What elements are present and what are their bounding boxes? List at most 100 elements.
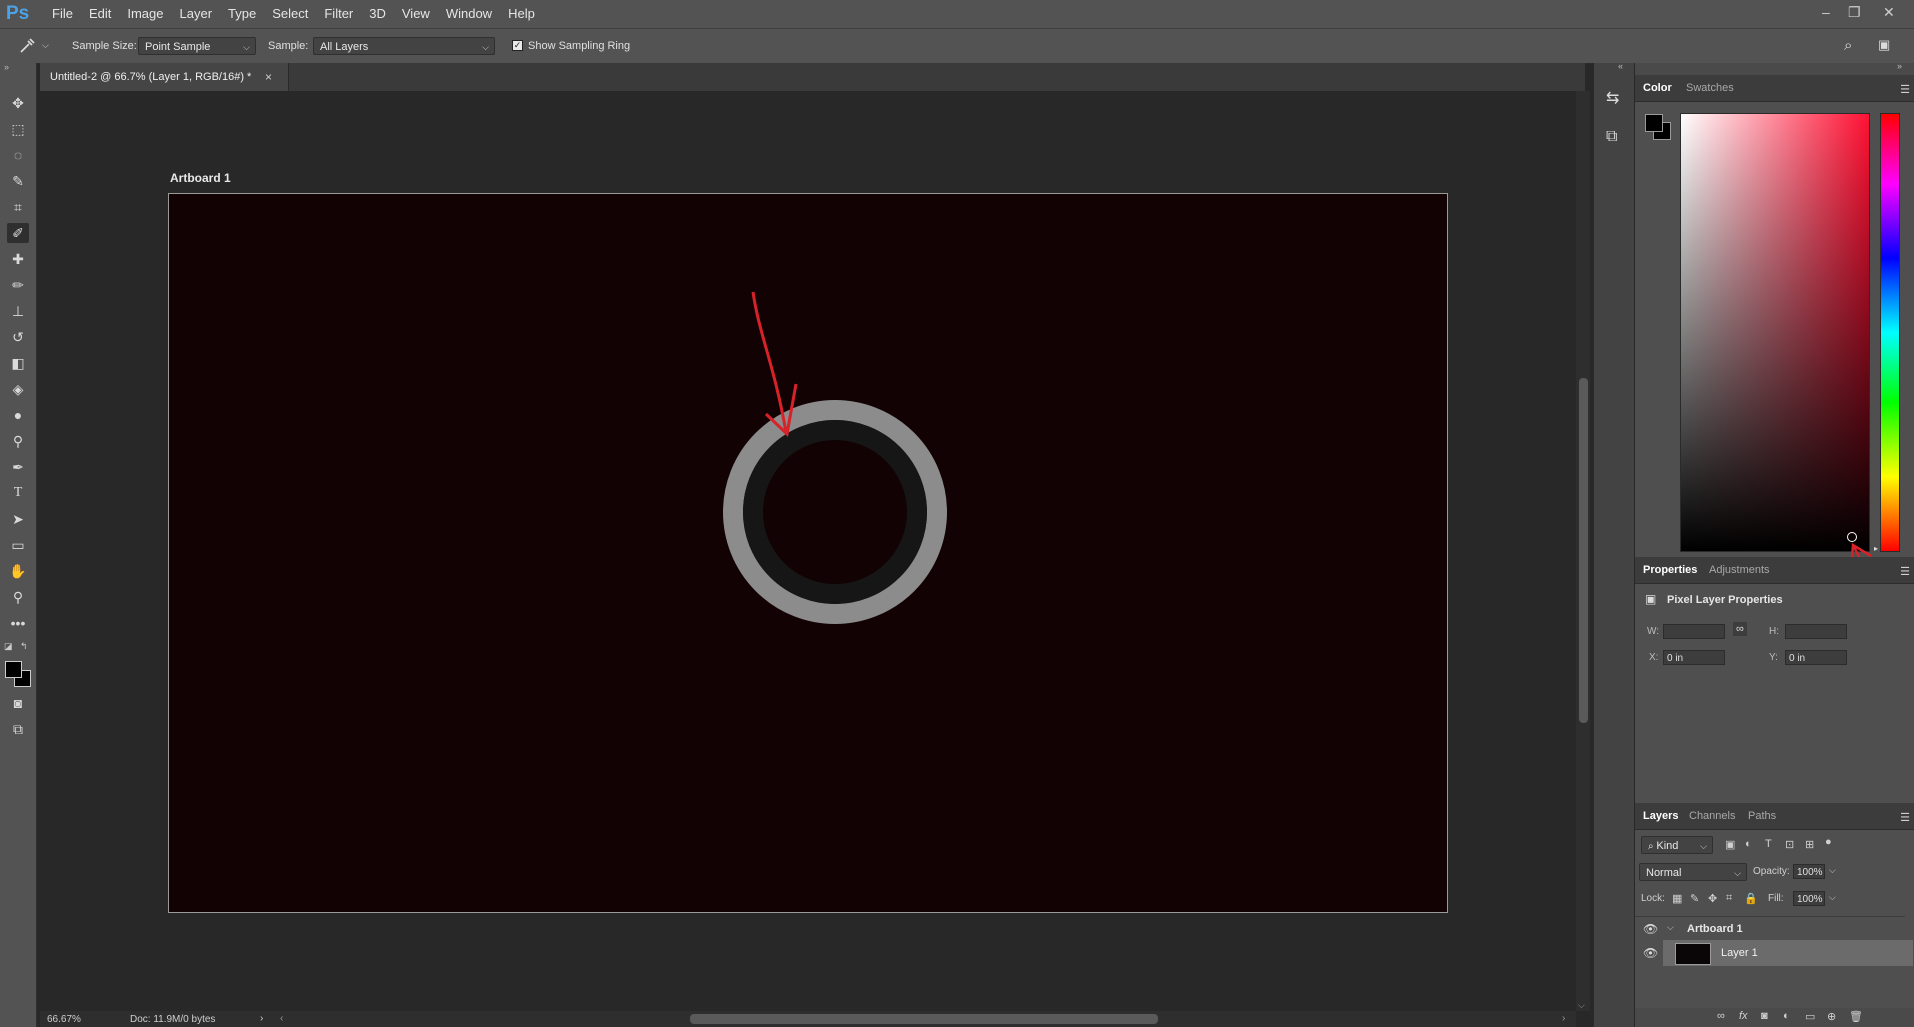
eraser-icon[interactable]: ◧	[7, 353, 29, 373]
opacity-chevron-icon[interactable]: ⌵	[1829, 865, 1836, 876]
scroll-left-icon[interactable]: ‹	[280, 1013, 283, 1024]
collapse-arrows-icon[interactable]: »	[4, 62, 9, 72]
width-field[interactable]	[1663, 624, 1725, 639]
status-menu-arrow-icon[interactable]: ›	[260, 1013, 263, 1024]
visibility-eye-icon[interactable]: 👁	[1643, 922, 1658, 936]
opacity-field[interactable]: 100%	[1793, 864, 1825, 879]
search-icon[interactable]: ⌕	[1844, 37, 1852, 54]
filter-shape-icon[interactable]: ⊡	[1785, 838, 1794, 851]
rectangle-icon[interactable]: ▭	[7, 535, 29, 555]
history-panel-icon[interactable]: ⇆	[1606, 88, 1619, 108]
horizontal-scroll-thumb[interactable]	[690, 1014, 1158, 1024]
link-icon[interactable]: ∞	[1733, 622, 1747, 636]
hand-icon[interactable]: ✋	[7, 561, 29, 581]
sample-select[interactable]: All Layers ⌵	[313, 37, 495, 55]
tab-layers[interactable]: Layers	[1643, 810, 1678, 822]
minimize-button[interactable]: –	[1822, 4, 1830, 20]
zoom-icon[interactable]: ⚲	[7, 587, 29, 607]
filter-type-icon[interactable]: T	[1765, 838, 1772, 850]
lock-position-icon[interactable]: ✥	[1708, 892, 1717, 905]
menu-3d[interactable]: 3D	[361, 6, 394, 22]
menu-type[interactable]: Type	[220, 6, 264, 22]
tab-channels[interactable]: Channels	[1689, 810, 1735, 822]
document-tab[interactable]: Untitled-2 @ 66.7% (Layer 1, RGB/16#) * …	[40, 63, 289, 91]
restore-button[interactable]: ❐	[1848, 4, 1861, 21]
filter-smart-object-icon[interactable]: ⊞	[1805, 838, 1814, 851]
lasso-icon[interactable]: ◌	[7, 145, 29, 165]
filter-adjustment-icon[interactable]: ◐	[1745, 838, 1752, 850]
hue-slider[interactable]	[1880, 113, 1900, 552]
add-mask-icon[interactable]: ◙	[1761, 1010, 1768, 1022]
type-icon[interactable]: T	[7, 483, 29, 503]
quick-mask-icon[interactable]: ◙	[7, 693, 29, 713]
libraries-panel-icon[interactable]: ⧉	[1606, 128, 1617, 146]
move-icon[interactable]: ✥	[7, 93, 29, 113]
delete-layer-icon[interactable]: 🗑	[1849, 1010, 1863, 1023]
scroll-down-icon[interactable]: ⌵	[1578, 1000, 1585, 1011]
paint-bucket-icon[interactable]: ◈	[7, 379, 29, 399]
adjustment-layer-icon[interactable]: ◐	[1783, 1010, 1790, 1022]
lock-pixels-icon[interactable]: ✎	[1690, 892, 1699, 905]
tab-adjustments[interactable]: Adjustments	[1709, 564, 1770, 576]
height-field[interactable]	[1785, 624, 1847, 639]
fill-field[interactable]: 100%	[1793, 891, 1825, 906]
vertical-scroll-thumb[interactable]	[1579, 378, 1588, 723]
layer-style-icon[interactable]: fx	[1739, 1010, 1748, 1022]
new-group-icon[interactable]: ▭	[1805, 1010, 1815, 1023]
link-layers-icon[interactable]: ∞	[1717, 1010, 1725, 1022]
artboard-canvas[interactable]	[168, 193, 1448, 913]
y-field[interactable]: 0 in	[1785, 650, 1847, 665]
sample-size-select[interactable]: Point Sample ⌵	[138, 37, 256, 55]
crop-icon[interactable]: ⌗	[7, 197, 29, 217]
menu-file[interactable]: File	[44, 6, 81, 22]
more-icon[interactable]: •••	[7, 613, 29, 633]
layer-row-layer-1[interactable]: Layer 1	[1663, 940, 1913, 966]
workspace-icon[interactable]: ▣	[1878, 37, 1890, 53]
menu-image[interactable]: Image	[119, 6, 171, 22]
foreground-color-swatch[interactable]	[5, 661, 22, 678]
filter-toggle-icon[interactable]: ●	[1825, 836, 1832, 848]
zoom-level[interactable]: 66.67%	[47, 1014, 81, 1025]
menu-view[interactable]: View	[394, 6, 438, 22]
lock-artboard-icon[interactable]: ⌗	[1726, 892, 1732, 905]
menu-select[interactable]: Select	[264, 6, 316, 22]
panel-menu-icon[interactable]: ☰	[1900, 811, 1910, 824]
tab-paths[interactable]: Paths	[1748, 810, 1776, 822]
tab-properties[interactable]: Properties	[1643, 564, 1697, 576]
color-panel-foreground-swatch[interactable]	[1645, 114, 1663, 132]
dodge-icon[interactable]: ⚲	[7, 431, 29, 451]
close-tab-icon[interactable]: ×	[265, 70, 272, 84]
lock-transparent-icon[interactable]: ▦	[1672, 892, 1682, 905]
panel-menu-icon[interactable]: ☰	[1900, 565, 1910, 578]
layer-filter-select[interactable]: ⌕ Kind ⌵	[1641, 836, 1713, 854]
history-brush-icon[interactable]: ↺	[7, 327, 29, 347]
blend-mode-select[interactable]: Normal ⌵	[1639, 863, 1747, 881]
eyedropper-icon[interactable]	[18, 37, 36, 55]
lock-all-icon[interactable]: 🔒	[1744, 892, 1758, 905]
marquee-icon[interactable]: ⬚	[7, 119, 29, 139]
tab-swatches[interactable]: Swatches	[1686, 82, 1734, 94]
healing-icon[interactable]: ✚	[7, 249, 29, 269]
x-field[interactable]: 0 in	[1663, 650, 1725, 665]
menu-help[interactable]: Help	[500, 6, 543, 22]
quick-select-icon[interactable]: ✎	[7, 171, 29, 191]
blur-icon[interactable]: ●	[7, 405, 29, 425]
artboard-label[interactable]: Artboard 1	[170, 171, 231, 185]
show-sampling-ring-checkbox[interactable]: ✓	[512, 40, 523, 51]
fill-chevron-icon[interactable]: ⌵	[1829, 892, 1836, 903]
swap-colors-icon[interactable]: ↰	[20, 641, 28, 652]
stamp-icon[interactable]: ⊥	[7, 301, 29, 321]
close-button[interactable]: ✕	[1883, 4, 1895, 21]
new-layer-icon[interactable]: ⊕	[1827, 1010, 1836, 1023]
eyedropper-icon[interactable]: ✐	[7, 223, 29, 243]
panel-menu-icon[interactable]: ☰	[1900, 83, 1910, 96]
menu-filter[interactable]: Filter	[316, 6, 361, 22]
scroll-right-icon[interactable]: ›	[1562, 1013, 1565, 1024]
path-select-icon[interactable]: ➤	[7, 509, 29, 529]
menu-edit[interactable]: Edit	[81, 6, 119, 22]
layer-row-artboard[interactable]: 👁 ⌵ Artboard 1	[1635, 916, 1905, 941]
brush-icon[interactable]: ✏	[7, 275, 29, 295]
default-colors-icon[interactable]: ◪	[4, 641, 13, 652]
collapse-panels-icon[interactable]: »	[1897, 61, 1902, 71]
filter-pixel-icon[interactable]: ▣	[1725, 838, 1735, 851]
